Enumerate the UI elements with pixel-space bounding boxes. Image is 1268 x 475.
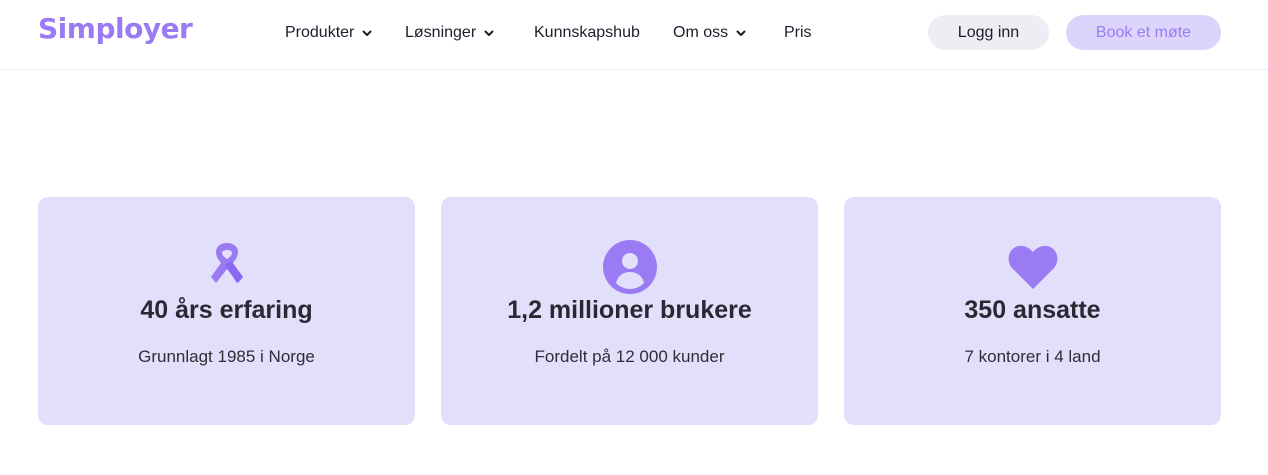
- nav-item-kunnskapshub[interactable]: Kunnskapshub: [534, 22, 640, 44]
- heart-icon: [1005, 239, 1061, 295]
- nav-item-label: Løsninger: [405, 24, 477, 41]
- stat-title: 40 års erfaring: [140, 296, 313, 324]
- stat-subtitle: Fordelt på 12 000 kunder: [534, 347, 725, 366]
- book-meeting-button[interactable]: Book et møte: [1066, 15, 1221, 50]
- stat-title: 350 ansatte: [964, 296, 1101, 324]
- chevron-down-icon: [734, 26, 748, 40]
- simployer-logo[interactable]: Simployer: [38, 12, 193, 45]
- nav-item-label: Produkter: [285, 24, 355, 41]
- chevron-down-icon: [482, 26, 496, 40]
- nav-item-om-oss[interactable]: Om oss: [673, 22, 748, 44]
- nav-item-label: Om oss: [673, 24, 729, 41]
- chevron-down-icon: [360, 26, 374, 40]
- nav-item-label: Kunnskapshub: [534, 24, 640, 41]
- nav-item-produkter[interactable]: Produkter: [285, 22, 374, 44]
- stat-title: 1,2 millioner brukere: [507, 296, 752, 324]
- site-header: Simployer Produkter Løsninger Kunnskapsh…: [0, 0, 1268, 70]
- ribbon-icon: [199, 239, 255, 295]
- stat-card-users: 1,2 millioner brukere Fordelt på 12 000 …: [441, 197, 818, 425]
- nav-item-losninger[interactable]: Løsninger: [405, 22, 496, 44]
- login-button[interactable]: Logg inn: [928, 15, 1049, 50]
- stat-card-experience: 40 års erfaring Grunnlagt 1985 i Norge: [38, 197, 415, 425]
- stat-subtitle: Grunnlagt 1985 i Norge: [138, 347, 315, 366]
- user-circle-icon: [602, 239, 658, 295]
- stat-card-employees: 350 ansatte 7 kontorer i 4 land: [844, 197, 1221, 425]
- stat-subtitle: 7 kontorer i 4 land: [964, 347, 1101, 366]
- nav-item-pris[interactable]: Pris: [784, 22, 812, 44]
- nav-item-label: Pris: [784, 24, 812, 41]
